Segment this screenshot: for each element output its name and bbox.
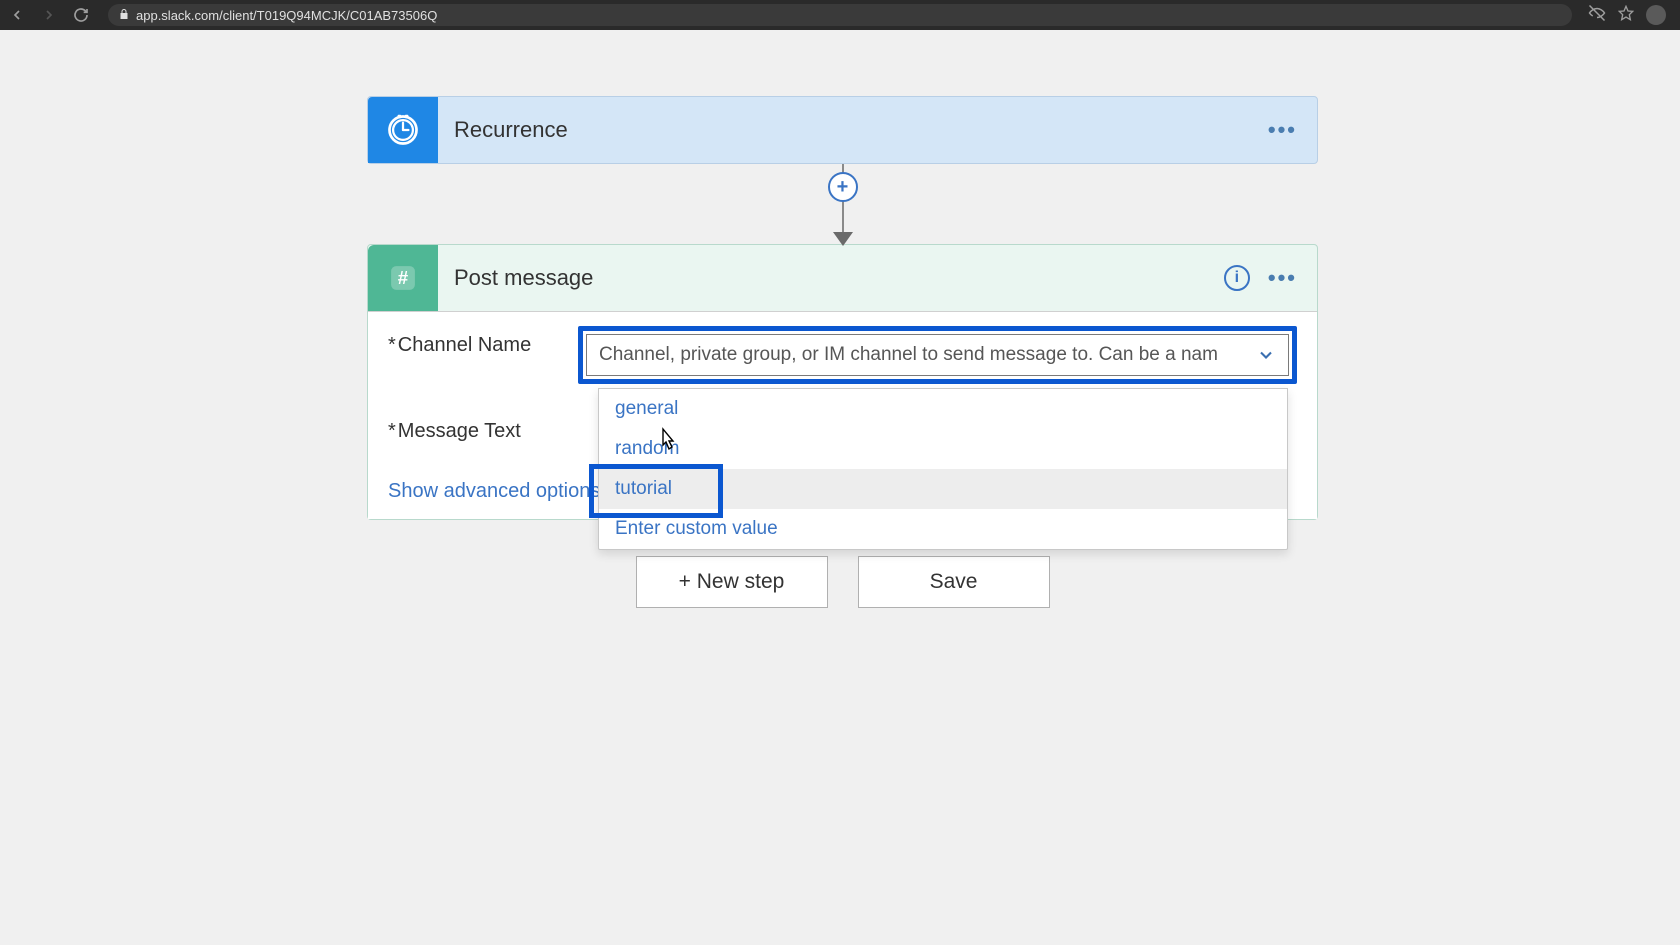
post-message-body: *Channel Name Channel, private group, or… <box>368 311 1317 519</box>
post-message-icon: # <box>368 245 438 311</box>
message-label-text: Message Text <box>398 420 521 442</box>
lock-icon <box>118 8 130 23</box>
post-message-header[interactable]: # Post message i ••• <box>368 245 1317 311</box>
back-button[interactable] <box>6 4 28 26</box>
channel-dropdown[interactable]: Channel, private group, or IM channel to… <box>586 334 1289 376</box>
star-icon[interactable] <box>1618 5 1634 25</box>
forward-button[interactable] <box>38 4 60 26</box>
browser-toolbar: app.slack.com/client/T019Q94MCJK/C01AB73… <box>0 0 1680 30</box>
recurrence-title: Recurrence <box>438 117 1268 143</box>
connector-arrow-icon <box>833 232 853 246</box>
profile-avatar[interactable] <box>1646 5 1666 25</box>
channel-label-text: Channel Name <box>398 334 531 356</box>
more-icon[interactable]: ••• <box>1268 117 1297 143</box>
url-text: app.slack.com/client/T019Q94MCJK/C01AB73… <box>136 8 437 23</box>
channel-name-label: *Channel Name <box>388 326 578 357</box>
address-bar[interactable]: app.slack.com/client/T019Q94MCJK/C01AB73… <box>108 4 1572 26</box>
post-message-title: Post message <box>438 265 1224 291</box>
message-text-field <box>578 412 1297 454</box>
channel-dropdown-placeholder: Channel, private group, or IM channel to… <box>599 344 1256 366</box>
recurrence-icon <box>368 97 438 163</box>
post-message-card: # Post message i ••• *Channel Name <box>367 244 1318 520</box>
flow-connector: + <box>367 164 1318 244</box>
save-button[interactable]: Save <box>858 556 1050 608</box>
page-canvas: Recurrence ••• + # Post message <box>0 30 1680 945</box>
message-text-label: *Message Text <box>388 412 578 443</box>
recurrence-actions: ••• <box>1268 117 1317 143</box>
reload-button[interactable] <box>70 4 92 26</box>
recurrence-header: Recurrence ••• <box>368 97 1317 163</box>
channel-name-field: Channel, private group, or IM channel to… <box>578 326 1297 384</box>
recurrence-card[interactable]: Recurrence ••• <box>367 96 1318 164</box>
post-message-actions: i ••• <box>1224 265 1317 291</box>
browser-extra-icons <box>1588 4 1674 26</box>
add-step-button[interactable]: + <box>828 172 858 202</box>
flow-container: Recurrence ••• + # Post message <box>367 96 1318 608</box>
flow-buttons-row: + New step Save <box>367 556 1318 608</box>
chevron-down-icon <box>1256 345 1276 365</box>
more-icon[interactable]: ••• <box>1268 265 1297 291</box>
svg-text:#: # <box>398 267 409 288</box>
new-step-button[interactable]: + New step <box>636 556 828 608</box>
info-icon[interactable]: i <box>1224 265 1250 291</box>
advanced-link-text: Show advanced options <box>388 480 600 503</box>
incognito-icon[interactable] <box>1588 4 1606 26</box>
dropdown-item-custom[interactable]: Enter custom value <box>599 509 1287 549</box>
channel-highlight-box: Channel, private group, or IM channel to… <box>578 326 1297 384</box>
dropdown-item-tutorial[interactable]: tutorial <box>599 469 1287 509</box>
channel-name-row: *Channel Name Channel, private group, or… <box>368 312 1317 398</box>
